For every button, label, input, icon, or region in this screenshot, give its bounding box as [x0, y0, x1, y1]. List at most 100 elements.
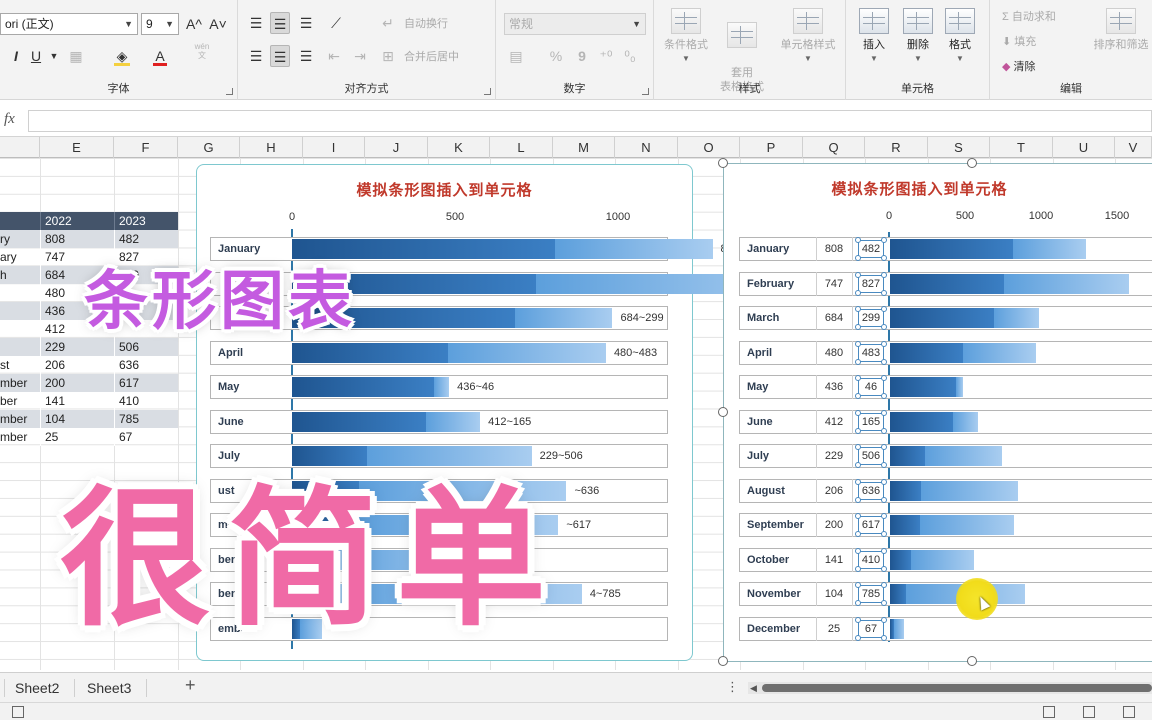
- horizontal-scrollbar[interactable]: ◀: [748, 682, 1152, 694]
- dialog-launcher-icon[interactable]: [226, 88, 233, 95]
- increase-decimal-icon[interactable]: ⁺⁰: [596, 45, 616, 67]
- value-2022-cell[interactable]: 808: [40, 230, 114, 248]
- value-2023-cell[interactable]: 636: [114, 356, 178, 374]
- column-header-e[interactable]: E: [40, 137, 114, 158]
- month-cell[interactable]: st: [0, 356, 40, 374]
- header-cell[interactable]: 2023: [114, 212, 178, 230]
- column-header-g[interactable]: G: [178, 137, 240, 158]
- month-cell[interactable]: [0, 302, 40, 320]
- format-button[interactable]: 格式 ▼: [932, 8, 988, 66]
- bar-2023[interactable]: [514, 308, 613, 328]
- bar-2022[interactable]: [890, 549, 912, 570]
- add-sheet-button[interactable]: +: [185, 675, 196, 696]
- bar-2023[interactable]: [921, 480, 1018, 501]
- value-2023-label[interactable]: 410: [858, 550, 884, 569]
- scroll-left-icon[interactable]: ◀: [750, 683, 757, 694]
- bar-2023[interactable]: [1012, 239, 1087, 259]
- column-header-o[interactable]: O: [678, 137, 740, 158]
- value-2023-cell[interactable]: 482: [114, 230, 178, 248]
- resize-handle[interactable]: [967, 656, 977, 666]
- sort-filter-button[interactable]: 排序和筛选: [1090, 8, 1152, 52]
- align-middle-icon[interactable]: ☰: [270, 12, 290, 34]
- currency-icon[interactable]: ▤: [506, 45, 526, 67]
- bar-2023[interactable]: [448, 342, 606, 363]
- month-cell[interactable]: mber: [0, 428, 40, 446]
- align-left-icon[interactable]: ☰: [246, 45, 266, 67]
- month-cell[interactable]: h: [0, 266, 40, 284]
- month-cell[interactable]: ry: [0, 230, 40, 248]
- value-2023-cell[interactable]: 410: [114, 392, 178, 410]
- column-header-f[interactable]: F: [114, 137, 178, 158]
- sheet-tab-sheet3[interactable]: Sheet3: [87, 677, 131, 699]
- conditional-format-button[interactable]: 条件格式 ▼: [658, 8, 714, 66]
- value-2023-cell[interactable]: 617: [114, 374, 178, 392]
- value-2023-label[interactable]: 299: [858, 309, 884, 327]
- bar-2022[interactable]: [292, 411, 427, 432]
- align-top-icon[interactable]: ☰: [246, 12, 266, 34]
- value-2023-label[interactable]: 67: [858, 619, 884, 638]
- bar-2022[interactable]: [292, 377, 435, 397]
- value-2023-label[interactable]: 506: [858, 447, 884, 465]
- increase-indent-icon[interactable]: ⇥: [350, 45, 370, 67]
- column-header-s[interactable]: S: [928, 137, 990, 158]
- bar-2023[interactable]: [1003, 273, 1130, 294]
- bar-2022[interactable]: [890, 342, 963, 363]
- column-header-l[interactable]: L: [490, 137, 553, 158]
- column-header-h[interactable]: H: [240, 137, 303, 158]
- font-color-icon[interactable]: A: [150, 45, 170, 67]
- fill-color-icon[interactable]: ◈: [112, 45, 132, 67]
- value-2023-label[interactable]: 617: [858, 516, 884, 534]
- value-2023-label[interactable]: 482: [858, 240, 884, 258]
- column-header-m[interactable]: M: [553, 137, 615, 158]
- column-header-q[interactable]: Q: [803, 137, 865, 158]
- number-format-combo[interactable]: 常规 ▼: [504, 13, 646, 35]
- bar-2022[interactable]: [890, 377, 957, 397]
- more-options-icon[interactable]: ⋮: [726, 679, 739, 695]
- value-2022-cell[interactable]: 206: [40, 356, 114, 374]
- value-2023-label[interactable]: 165: [858, 412, 884, 431]
- column-header-partial[interactable]: [0, 137, 40, 158]
- orientation-icon[interactable]: ⟋: [326, 12, 346, 34]
- scrollbar-thumb[interactable]: [762, 684, 1152, 692]
- value-2023-label[interactable]: 785: [858, 585, 884, 603]
- value-2022-cell[interactable]: 141: [40, 392, 114, 410]
- clear-button[interactable]: ◆ 清除: [1002, 59, 1036, 75]
- month-cell[interactable]: mber: [0, 374, 40, 392]
- dialog-launcher-icon[interactable]: [642, 88, 649, 95]
- decrease-indent-icon[interactable]: ⇤: [324, 45, 344, 67]
- page-layout-icon[interactable]: [1083, 706, 1095, 718]
- bar-2022[interactable]: [890, 480, 922, 501]
- bar-2022[interactable]: [890, 584, 906, 604]
- accessibility-icon[interactable]: [12, 706, 24, 718]
- bar-2023[interactable]: [426, 411, 481, 432]
- column-header-t[interactable]: T: [990, 137, 1053, 158]
- resize-handle[interactable]: [718, 407, 728, 417]
- column-header-i[interactable]: I: [303, 137, 365, 158]
- bar-2023[interactable]: [962, 342, 1037, 363]
- shrink-font-icon[interactable]: A˅: [208, 13, 228, 35]
- column-header-v[interactable]: V: [1115, 137, 1152, 158]
- column-header-j[interactable]: J: [365, 137, 428, 158]
- percent-button[interactable]: %: [546, 45, 566, 67]
- chevron-down-icon[interactable]: ▼: [44, 45, 64, 67]
- bar-2022[interactable]: [890, 411, 953, 432]
- autosum-button[interactable]: Σ 自动求和: [1002, 9, 1056, 25]
- merge-center-button[interactable]: 合并后居中: [404, 49, 459, 65]
- value-2023-label[interactable]: 46: [858, 378, 884, 396]
- month-cell[interactable]: mber: [0, 410, 40, 428]
- bar-2023[interactable]: [993, 308, 1040, 328]
- bar-2022[interactable]: [292, 342, 449, 363]
- month-cell[interactable]: ary: [0, 248, 40, 266]
- bar-2022[interactable]: [890, 308, 994, 328]
- column-header-n[interactable]: N: [615, 137, 678, 158]
- font-name-combo[interactable]: ori (正文) ▼: [0, 13, 138, 35]
- column-header-k[interactable]: K: [428, 137, 490, 158]
- month-cell[interactable]: ber: [0, 392, 40, 410]
- align-right-icon[interactable]: ☰: [296, 45, 316, 67]
- value-2023-label[interactable]: 636: [858, 481, 884, 500]
- fx-icon[interactable]: fx: [4, 111, 15, 128]
- month-cell[interactable]: [0, 338, 40, 356]
- value-2023-label[interactable]: 483: [858, 343, 884, 362]
- column-header-p[interactable]: P: [740, 137, 803, 158]
- header-cell[interactable]: 2022: [40, 212, 114, 230]
